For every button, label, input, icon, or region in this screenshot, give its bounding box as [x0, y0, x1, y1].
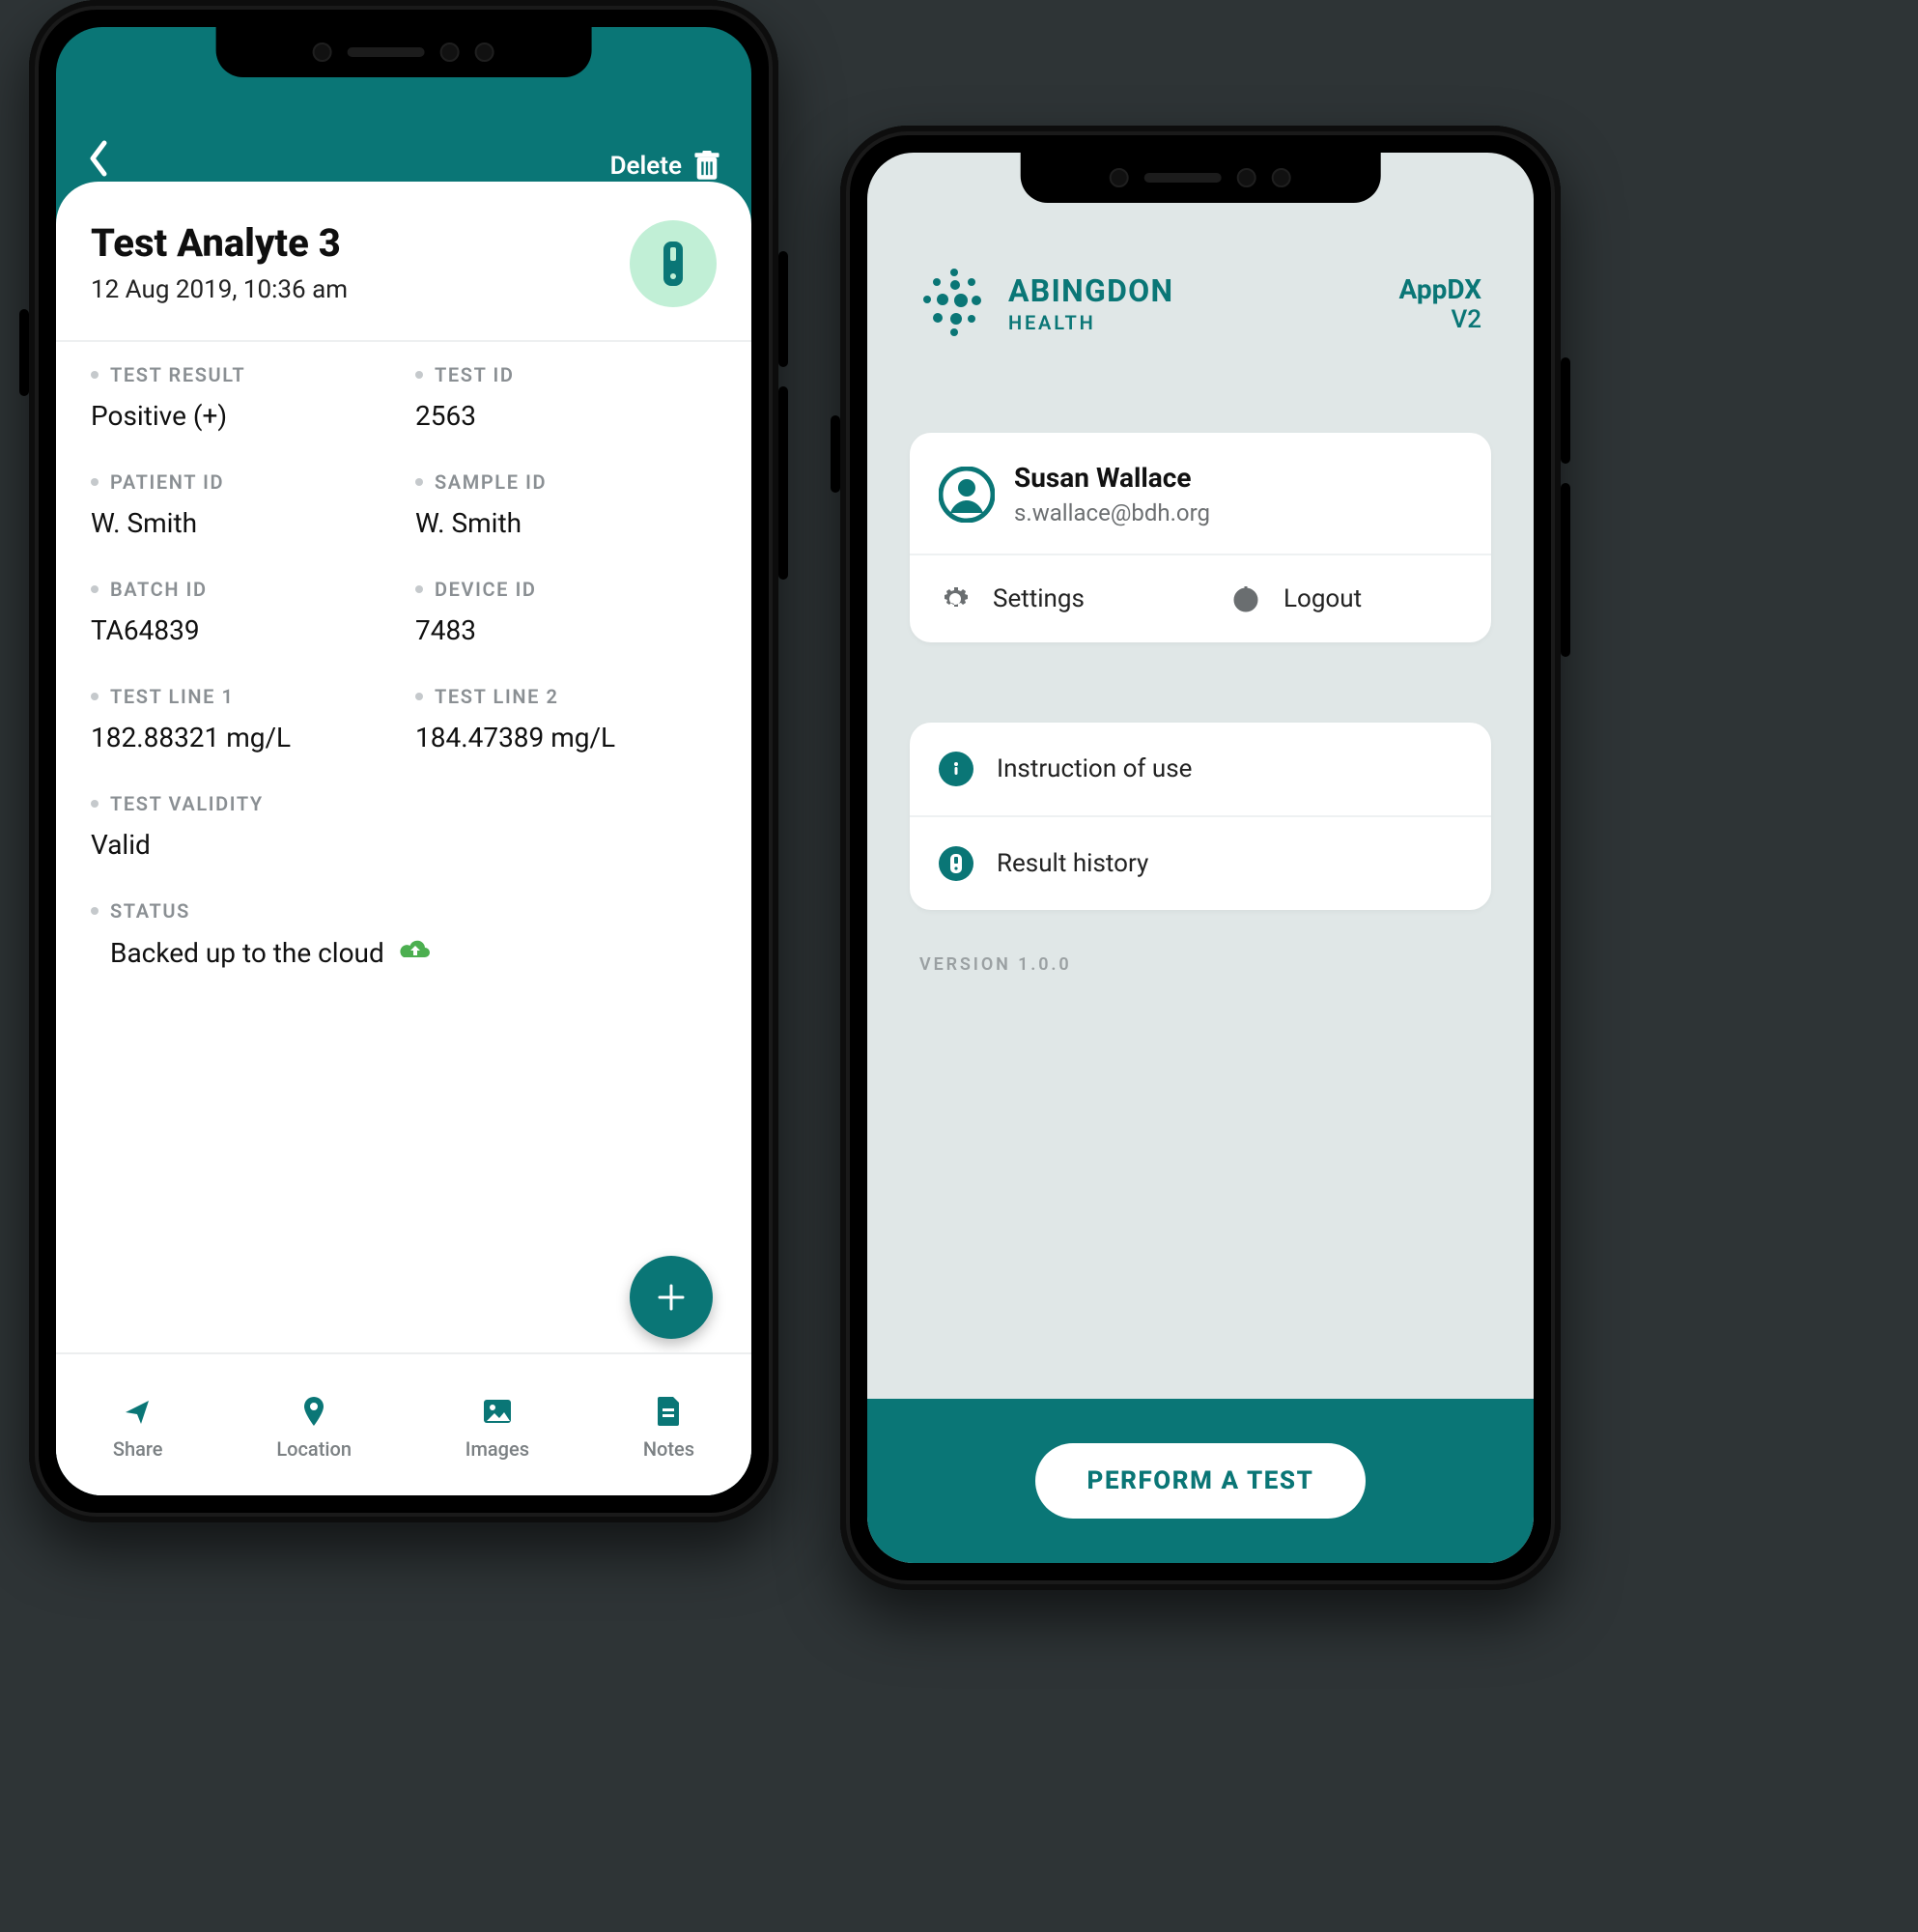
power-icon [1229, 582, 1262, 615]
settings-button[interactable]: Settings [910, 555, 1200, 642]
brand-name: ABINGDON [1008, 272, 1173, 309]
field-test-id: TEST ID 2563 [415, 363, 717, 432]
links-panel: Instruction of use Result history [910, 723, 1491, 910]
gear-icon [939, 582, 972, 615]
back-button[interactable] [87, 139, 110, 182]
cloud-upload-icon [398, 936, 433, 970]
instruction-link[interactable]: Instruction of use [910, 723, 1491, 815]
delete-button[interactable]: Delete [610, 151, 720, 182]
tab-share[interactable]: Share [113, 1395, 163, 1461]
field-test-validity: TEST VALIDITY Valid [91, 792, 717, 861]
chevron-left-icon [87, 139, 110, 178]
tabbar: Share Location Images Notes [56, 1352, 751, 1495]
avatar-icon [939, 467, 995, 523]
profile-panel: Susan Wallace s.wallace@bdh.org Settings… [910, 433, 1491, 642]
tab-notes[interactable]: Notes [643, 1395, 694, 1461]
phone-home: ABINGDON HEALTH AppDX V2 [840, 126, 1561, 1590]
test-cassette-icon [662, 240, 685, 288]
field-sample-id: SAMPLE ID W. Smith [415, 470, 717, 539]
image-icon [481, 1395, 514, 1428]
perform-test-button[interactable]: PERFORM A TEST [1035, 1443, 1367, 1519]
cta-bar: PERFORM A TEST [867, 1399, 1534, 1563]
field-test-line-1: TEST LINE 1 182.88321 mg/L [91, 685, 392, 753]
brand-logo-icon [919, 269, 989, 338]
result-card: Test Analyte 3 12 Aug 2019, 10:36 am [56, 182, 751, 1495]
tab-images[interactable]: Images [465, 1395, 529, 1461]
info-icon [939, 752, 973, 786]
location-pin-icon [297, 1395, 330, 1428]
field-test-line-2: TEST LINE 2 184.47389 mg/L [415, 685, 717, 753]
tab-location[interactable]: Location [276, 1395, 352, 1461]
profile-email: s.wallace@bdh.org [1014, 499, 1210, 526]
fields-grid: TEST RESULT Positive (+) TEST ID 2563 PA… [91, 363, 717, 970]
notch [216, 27, 592, 77]
delete-label: Delete [610, 152, 682, 181]
field-device-id: DEVICE ID 7483 [415, 578, 717, 646]
field-status: STATUS Backed up to the cloud [91, 899, 717, 970]
device-badge [630, 220, 717, 307]
trash-icon [693, 151, 720, 182]
add-fab[interactable] [630, 1256, 713, 1339]
result-title: Test Analyte 3 [91, 220, 348, 266]
share-icon [122, 1395, 155, 1428]
app-name-badge: AppDX V2 [1398, 273, 1481, 334]
result-timestamp: 12 Aug 2019, 10:36 am [91, 275, 348, 304]
brand-row: ABINGDON HEALTH AppDX V2 [919, 269, 1481, 338]
brand-sub: HEALTH [1008, 311, 1173, 334]
version-label: VERSION 1.0.0 [919, 954, 1072, 975]
field-patient-id: PATIENT ID W. Smith [91, 470, 392, 539]
logout-button[interactable]: Logout [1200, 555, 1491, 642]
test-cassette-icon [939, 846, 973, 881]
notch [1021, 153, 1381, 203]
field-batch-id: BATCH ID TA64839 [91, 578, 392, 646]
profile-name: Susan Wallace [1014, 462, 1210, 494]
notes-icon [652, 1395, 685, 1428]
plus-icon [654, 1280, 689, 1315]
phone-result-detail: Delete Test Analyte 3 12 Aug 2019, 10:36… [29, 0, 778, 1522]
field-test-result: TEST RESULT Positive (+) [91, 363, 392, 432]
history-link[interactable]: Result history [910, 817, 1491, 910]
